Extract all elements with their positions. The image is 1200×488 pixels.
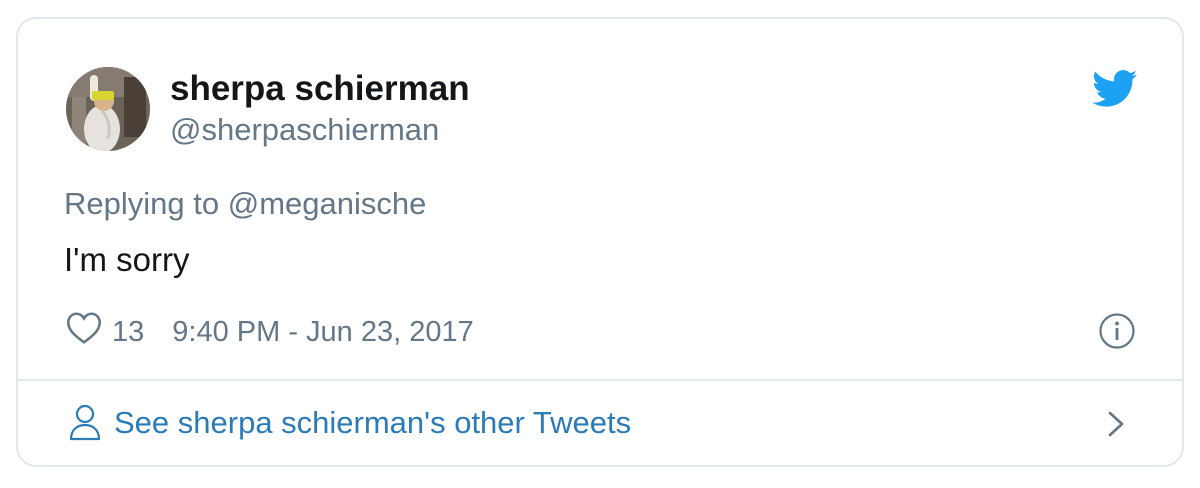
twitter-bird-icon[interactable] [1092, 69, 1138, 109]
info-icon[interactable] [1098, 312, 1136, 350]
other-tweets-link[interactable]: See sherpa schierman's other Tweets [18, 381, 1182, 467]
user-handle[interactable]: @sherpaschierman [170, 112, 439, 148]
tweet-text: I'm sorry [64, 241, 190, 278]
tweet-card: sherpa schierman @sherpaschierman Replyi… [16, 17, 1184, 467]
tweet-meta: 13 9:40 PM - Jun 23, 2017 [66, 312, 474, 352]
heart-icon[interactable] [66, 311, 112, 353]
replying-to-label: Replying to [64, 186, 220, 221]
timestamp[interactable]: 9:40 PM - Jun 23, 2017 [172, 316, 473, 349]
other-tweets-label[interactable]: See sherpa schierman's other Tweets [114, 403, 631, 443]
replying-to-handle[interactable]: @meganische [228, 186, 427, 221]
person-icon [68, 403, 102, 443]
avatar[interactable] [66, 67, 150, 151]
chevron-right-icon[interactable] [1104, 407, 1128, 441]
replying-to: Replying to @meganische [64, 185, 426, 223]
display-name[interactable]: sherpa schierman [170, 69, 470, 109]
like-count[interactable]: 13 [112, 316, 144, 349]
